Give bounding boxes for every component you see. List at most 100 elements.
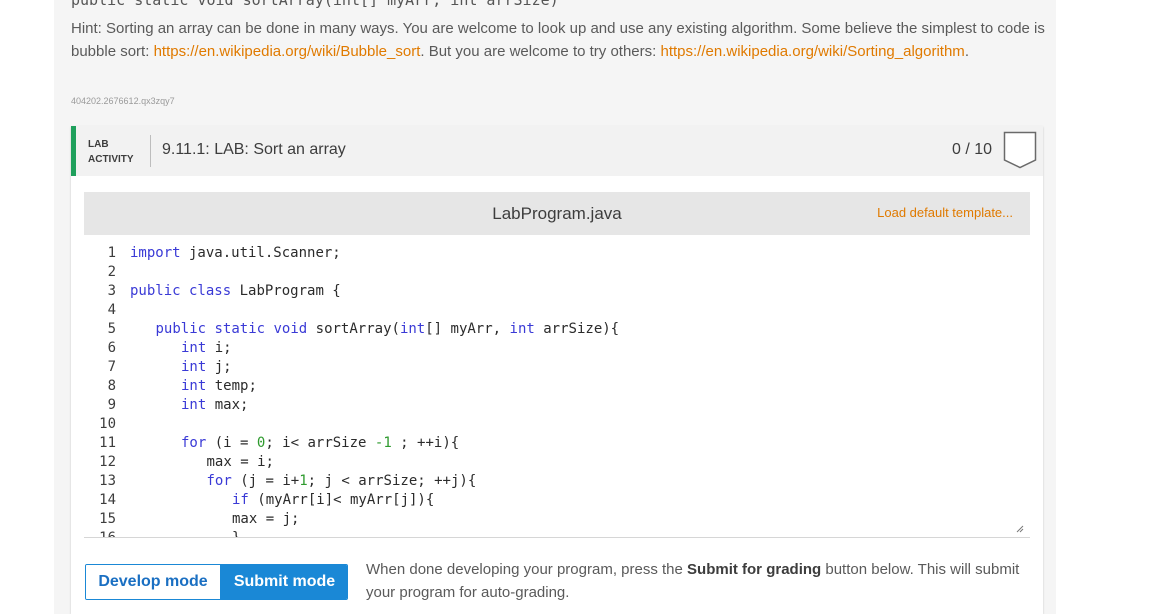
code-line: 9 int max; [84, 396, 1024, 415]
line-number: 3 [107, 283, 116, 299]
code-token: java.util.Scanner; [180, 245, 341, 261]
mode-toggle: Develop mode Submit mode [85, 564, 348, 600]
line-number: 12 [99, 454, 116, 470]
code-line: 2 [84, 263, 1024, 282]
code-text: for (i = 0; i< arrSize -1 ; ++i){ [181, 434, 459, 453]
code-keyword: int [181, 340, 207, 356]
code-keyword: int [509, 321, 535, 337]
code-line: 3 public class LabProgram { [84, 282, 1024, 301]
header-divider [150, 135, 151, 167]
hint-paragraph: Hint: Sorting an array can be done in ma… [71, 18, 1046, 63]
code-keyword: import [130, 245, 181, 261]
code-line: 7 int j; [84, 358, 1024, 377]
code-line: 12 max = i; [84, 453, 1024, 472]
code-keyword: public static void [155, 321, 308, 337]
code-token: i; [206, 340, 232, 356]
code-token: LabProgram { [231, 283, 341, 299]
code-text: public static void sortArray(int[] myArr… [156, 320, 620, 339]
line-number: 5 [107, 321, 116, 337]
submit-mode-button[interactable]: Submit mode [221, 565, 347, 599]
lab-title: 9.11.1: LAB: Sort an array [162, 141, 346, 158]
code-line: 14 if (myArr[i]< myArr[j]){ [84, 491, 1024, 510]
line-number: 9 [107, 397, 116, 413]
develop-mode-button[interactable]: Develop mode [86, 565, 221, 599]
code-token: (myArr[i]< myArr[j]){ [248, 492, 435, 508]
submit-for-grading-emphasis: Submit for grading [687, 561, 822, 578]
code-token: ; j < arrSize; ++j){ [307, 473, 477, 489]
code-text: for (j = i+1; j < arrSize; ++j){ [207, 472, 477, 491]
hint-text-2: . But you are welcome to try others: [420, 42, 661, 60]
cut-off-code-text: public static void sortArray(int[] myArr… [71, 0, 559, 9]
code-line: 4 [84, 301, 1024, 320]
code-token: max; [206, 397, 249, 413]
code-token: } [232, 530, 241, 538]
code-text: import java.util.Scanner; [130, 244, 341, 263]
code-line: 1 import java.util.Scanner; [84, 244, 1024, 263]
code-token: max = i; [206, 454, 274, 470]
line-number: 11 [99, 435, 116, 451]
sorting-algorithm-link[interactable]: https://en.wikipedia.org/wiki/Sorting_al… [660, 43, 964, 60]
code-token: [] myArr, [425, 321, 510, 337]
code-token: (i = [206, 435, 257, 451]
lab-activity-tag: LAB ACTIVITY [88, 137, 134, 167]
code-line: 8 int temp; [84, 377, 1024, 396]
line-number: 6 [107, 340, 116, 356]
code-keyword: for [206, 473, 232, 489]
line-number: 15 [99, 511, 116, 527]
line-number: 16 [99, 530, 116, 538]
code-text: public class LabProgram { [130, 282, 341, 301]
code-line: 10 [84, 415, 1024, 434]
code-token: ; i< arrSize [265, 435, 375, 451]
code-token: temp; [206, 378, 257, 394]
code-keyword: int [399, 321, 426, 337]
submit-note-text: When done developing your program, press… [366, 561, 688, 578]
empty-shield-badge-icon [1003, 131, 1037, 169]
code-token: (j = i+ [231, 473, 300, 489]
code-number: 1 [299, 473, 308, 489]
lab-tag-line2: ACTIVITY [88, 154, 134, 165]
code-text: max = j; [232, 510, 299, 529]
code-text: } [232, 529, 241, 538]
tracking-id: 404202.2676612.qx3zqy7 [71, 96, 175, 106]
code-text: max = i; [207, 453, 274, 472]
line-number: 4 [107, 302, 116, 318]
code-token: max = j; [232, 511, 300, 527]
submit-instructions: When done developing your program, press… [366, 558, 1026, 604]
line-number: 13 [99, 473, 116, 489]
line-number: 7 [107, 359, 116, 375]
line-number: 2 [107, 264, 116, 280]
line-number: 10 [99, 416, 116, 432]
line-number: 14 [99, 492, 116, 508]
hint-text-3: . [964, 42, 969, 60]
lab-score: 0 / 10 [952, 141, 993, 158]
lab-tag-line1: LAB [88, 139, 109, 150]
editor-header: LabProgram.java Load default template... [84, 192, 1030, 235]
code-line: 11 for (i = 0; i< arrSize -1 ; ++i){ [84, 434, 1024, 453]
code-text: int max; [181, 396, 248, 415]
code-token: sortArray( [307, 321, 400, 337]
code-keyword: public class [130, 283, 232, 299]
code-keyword: int [181, 359, 207, 375]
line-number: 8 [107, 378, 116, 394]
code-keyword: if [232, 492, 249, 508]
load-default-template-link[interactable]: Load default template... [877, 205, 1013, 220]
code-token: arrSize){ [534, 321, 620, 337]
code-text: if (myArr[i]< myArr[j]){ [232, 491, 434, 510]
code-number: -1 [374, 435, 392, 451]
code-token: j; [206, 359, 232, 375]
bubble-sort-link[interactable]: https://en.wikipedia.org/wiki/Bubble_sor… [154, 43, 421, 60]
code-text: int i; [181, 339, 232, 358]
code-keyword: int [181, 378, 207, 394]
code-keyword: int [181, 397, 207, 413]
code-text: int j; [181, 358, 232, 377]
code-text: int temp; [181, 377, 257, 396]
code-token: ; ++i){ [391, 435, 460, 451]
code-editor[interactable]: 1 import java.util.Scanner; 2 3 public class… [84, 235, 1030, 538]
lab-header: LAB ACTIVITY 9.11.1: LAB: Sort an array … [71, 126, 1043, 176]
code-line: 5 public static void sortArray(int[] myAr… [84, 320, 1024, 339]
code-line: 13 for (j = i+1; j < arrSize; ++j){ [84, 472, 1024, 491]
code-line: 16} [84, 529, 1024, 538]
code-line: 6 int i; [84, 339, 1024, 358]
line-number: 1 [107, 245, 116, 261]
code-line: 15 max = j; [84, 510, 1024, 529]
